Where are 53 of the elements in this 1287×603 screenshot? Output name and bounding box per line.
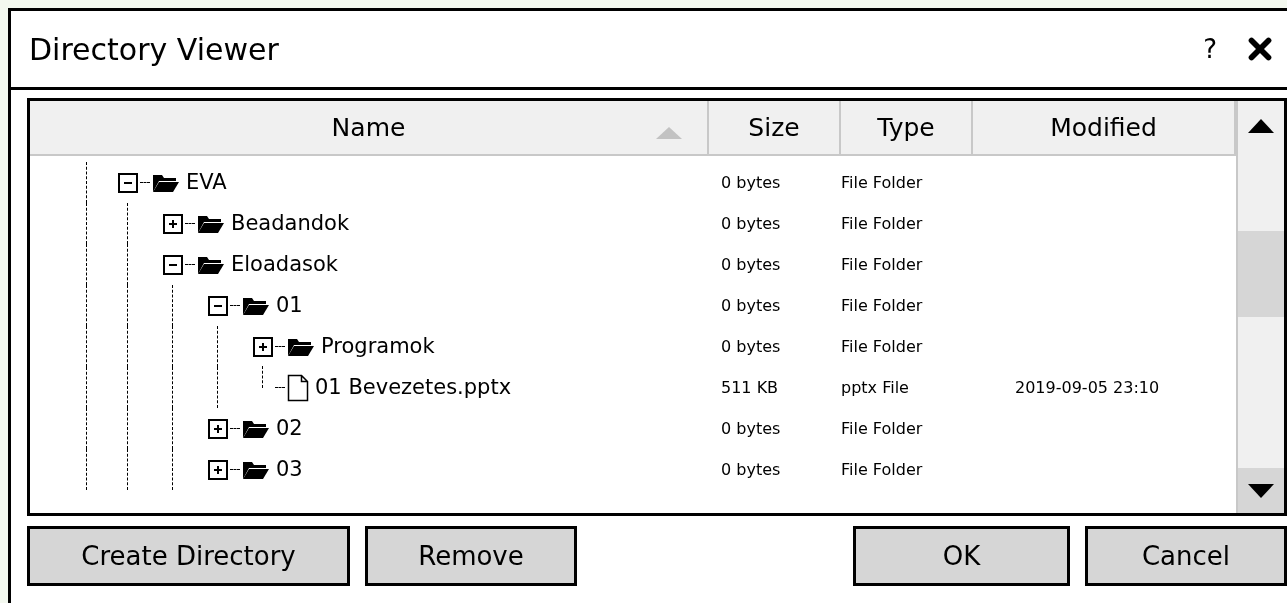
scrollbar[interactable] [1236, 101, 1284, 513]
size-cell-text: 0 bytes [720, 458, 782, 481]
folder-icon [242, 418, 270, 439]
folder-icon [242, 459, 270, 480]
scroll-down-arrow-icon[interactable] [1248, 483, 1274, 498]
size-cell-text: 0 bytes [720, 417, 782, 440]
column-header[interactable]: Type [841, 101, 973, 154]
dialog-button[interactable]: Cancel [1085, 526, 1287, 586]
type-cell-text: pptx File [841, 376, 910, 399]
tree-item-label[interactable]: EVA [186, 166, 227, 199]
folder-icon [287, 336, 315, 357]
expand-toggle[interactable] [208, 418, 228, 439]
column-header[interactable]: Size [709, 101, 841, 154]
type-cell-text: File Folder [841, 294, 924, 317]
tree-item-label[interactable]: Programok [321, 330, 435, 363]
expand-toggle[interactable] [208, 459, 228, 480]
size-cell-text: 511 KB [720, 376, 780, 399]
tree-item-label[interactable]: 03 [276, 453, 303, 486]
column-header[interactable]: Name [30, 101, 709, 154]
size-cell-text: 0 bytes [720, 253, 782, 276]
tree-item-label[interactable]: 02 [276, 412, 303, 445]
expand-toggle[interactable] [118, 172, 138, 193]
window-title: Directory Viewer [29, 30, 280, 69]
tree-item-label[interactable]: Eloadasok [231, 248, 338, 281]
expand-toggle[interactable] [163, 254, 183, 275]
type-cell-text: File Folder [841, 417, 924, 440]
type-cell-text: File Folder [841, 335, 924, 358]
expand-toggle[interactable] [253, 336, 273, 357]
scrollbar-thumb[interactable] [1238, 231, 1284, 317]
size-cell-text: 0 bytes [720, 335, 782, 358]
modified-cell-text: 2019-09-05 23:10 [1014, 376, 1161, 399]
expand-toggle[interactable] [163, 213, 183, 234]
folder-icon [242, 295, 270, 316]
size-cell-text: 0 bytes [720, 294, 782, 317]
document-icon [287, 373, 309, 402]
expand-toggle[interactable] [208, 295, 228, 316]
size-cell-text: 0 bytes [720, 171, 782, 194]
type-cell-text: File Folder [841, 212, 924, 235]
tree-item-label[interactable]: Beadandok [231, 207, 350, 240]
dialog-button[interactable]: Create Directory [27, 526, 350, 586]
folder-icon [152, 172, 180, 193]
type-cell-text: File Folder [841, 253, 924, 276]
type-cell-text: File Folder [841, 458, 924, 481]
help-button[interactable]: ? [1203, 29, 1217, 69]
scroll-up-arrow-icon[interactable] [1248, 119, 1274, 133]
size-cell-text: 0 bytes [720, 212, 782, 235]
tree-item-label[interactable]: 01 Bevezetes.pptx [315, 371, 512, 404]
dialog-button[interactable]: Remove [365, 526, 577, 586]
dialog-button[interactable]: OK [853, 526, 1070, 586]
type-cell-text: File Folder [841, 171, 924, 194]
tree-item-label[interactable]: 01 [276, 289, 303, 322]
folder-icon [197, 254, 225, 275]
folder-icon [197, 213, 225, 234]
